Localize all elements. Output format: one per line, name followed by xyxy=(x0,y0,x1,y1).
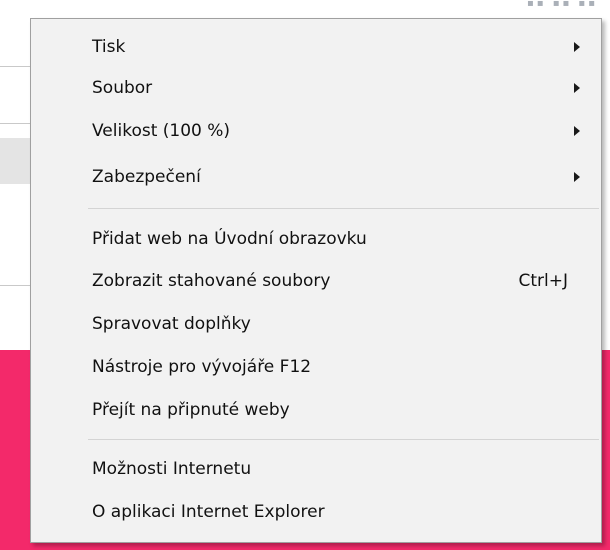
menu-item-zoom[interactable]: Velikost (100 %) xyxy=(33,111,599,151)
background-divider xyxy=(0,285,30,286)
menu-item-pinned-sites[interactable]: Přejít na připnuté weby xyxy=(33,390,599,430)
menu-item-file[interactable]: Soubor xyxy=(33,68,599,108)
background-divider xyxy=(0,66,30,67)
menu-item-label: Tisk xyxy=(92,37,126,57)
menu-item-about-ie[interactable]: O aplikaci Internet Explorer xyxy=(33,492,599,532)
menu-item-label: Nástroje pro vývojáře F12 xyxy=(92,357,312,377)
menu-item-safety[interactable]: Zabezpečení xyxy=(33,157,599,197)
menu-item-label: Možnosti Internetu xyxy=(92,459,252,479)
menu-item-label: O aplikaci Internet Explorer xyxy=(92,502,325,522)
menu-item-label: Soubor xyxy=(92,78,153,98)
window-controls-icon: ▪▪ ▪▪ ▪▪ xyxy=(526,0,598,9)
menu-item-add-site-to-start[interactable]: Přidat web na Úvodní obrazovku xyxy=(33,219,599,259)
background-window-titlebar: ▪▪ ▪▪ ▪▪ xyxy=(0,0,610,10)
tools-context-menu: Tisk Soubor Velikost (100 %) Zabezpečení… xyxy=(30,18,602,543)
menu-item-label: Velikost (100 %) xyxy=(92,121,231,141)
submenu-arrow-icon xyxy=(574,126,580,136)
menu-item-label: Přejít na připnuté weby xyxy=(92,400,290,420)
submenu-arrow-icon xyxy=(574,172,580,182)
menu-item-label: Zabezpečení xyxy=(92,167,201,187)
menu-item-shortcut: Ctrl+J xyxy=(518,271,568,291)
menu-item-developer-tools[interactable]: Nástroje pro vývojáře F12 xyxy=(33,347,599,387)
background-divider xyxy=(0,123,30,124)
menu-separator xyxy=(88,439,599,440)
submenu-arrow-icon xyxy=(574,42,580,52)
menu-item-print[interactable]: Tisk xyxy=(33,27,599,67)
menu-separator xyxy=(88,208,599,209)
menu-item-view-downloads[interactable]: Zobrazit stahované soubory Ctrl+J xyxy=(33,261,599,301)
menu-item-label: Přidat web na Úvodní obrazovku xyxy=(92,229,367,249)
menu-item-internet-options[interactable]: Možnosti Internetu xyxy=(33,449,599,489)
menu-item-label: Zobrazit stahované soubory xyxy=(92,271,331,291)
submenu-arrow-icon xyxy=(574,83,580,93)
menu-item-label: Spravovat doplňky xyxy=(92,314,251,334)
menu-item-manage-addons[interactable]: Spravovat doplňky xyxy=(33,304,599,344)
background-panel xyxy=(0,138,30,184)
